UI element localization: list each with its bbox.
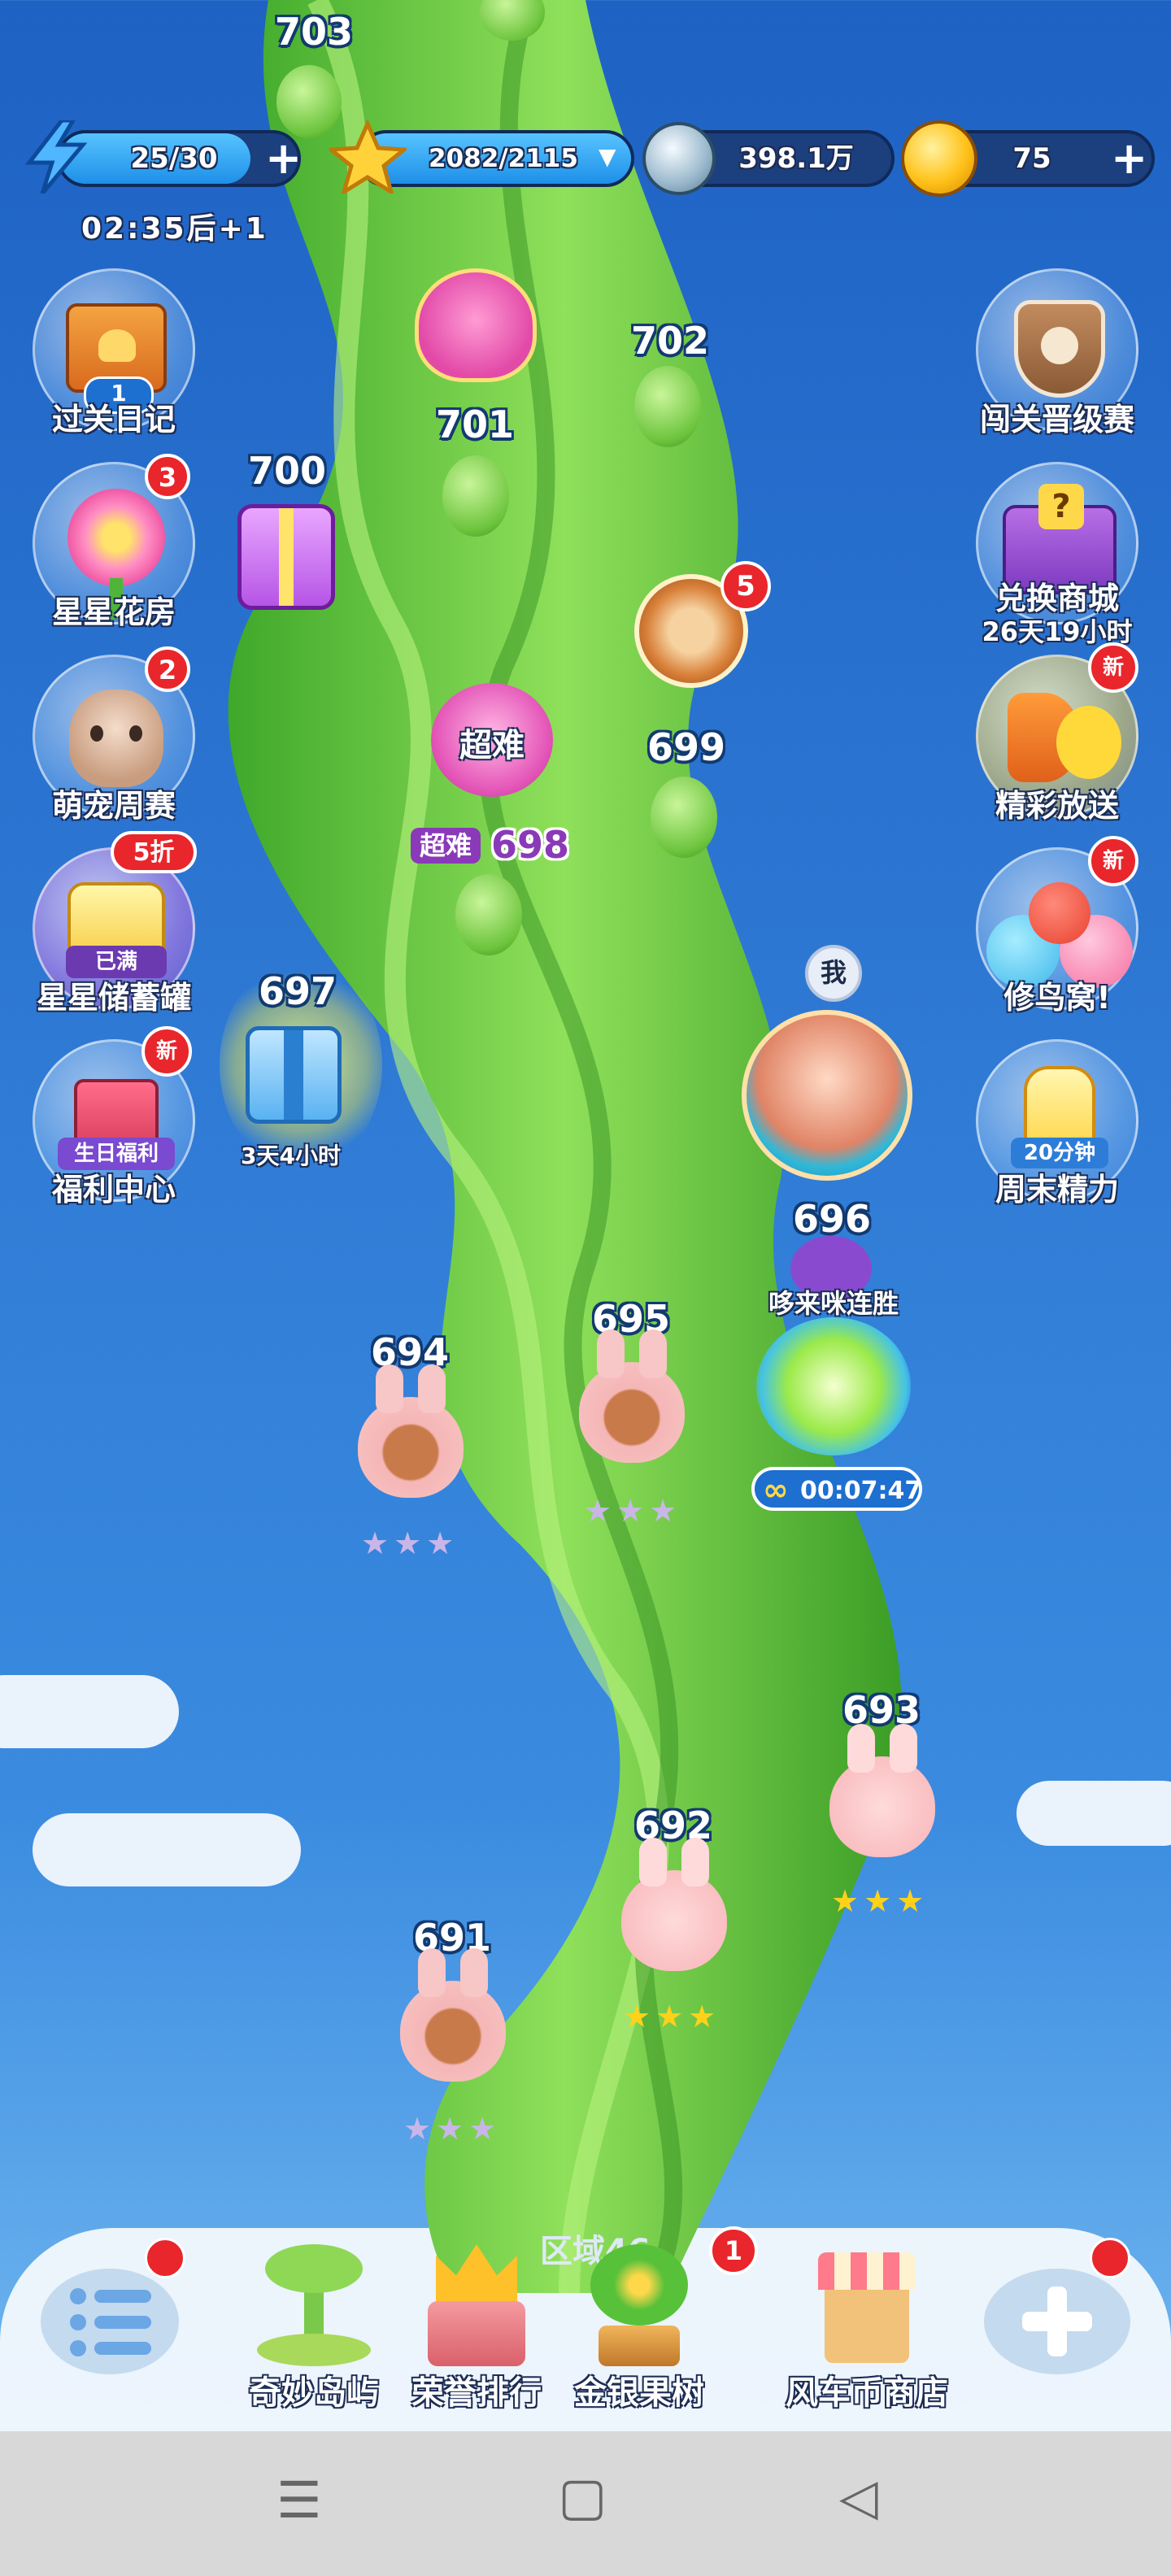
silver-coin-icon (642, 122, 716, 195)
level-694-node[interactable] (358, 1364, 464, 1498)
infinity-icon: ∞ (763, 1472, 789, 1508)
level-692-node[interactable] (621, 1838, 727, 1971)
star-dropdown-icon[interactable]: ▼ (599, 143, 616, 170)
palm-island-icon (257, 2244, 371, 2366)
streak-label: 哆来咪连胜 (768, 1288, 899, 1319)
level-701-node[interactable] (442, 455, 509, 537)
level-691-node[interactable] (400, 1948, 506, 2082)
level-703-label: 703 (275, 10, 354, 54)
level-702-label: 702 (631, 319, 710, 363)
exchange-shop-timer: 26天19小时 (982, 616, 1133, 647)
tree-badge: 1 (709, 2226, 758, 2275)
silver-value: 398.1万 (738, 142, 854, 175)
cat-icon (69, 690, 163, 787)
weekend-energy-label: 周末精力 (995, 1172, 1119, 1208)
gold-coin-icon (901, 120, 977, 197)
octopus-boss-icon[interactable] (415, 268, 537, 382)
shield-icon (1014, 300, 1105, 398)
super-hard-tag: 超难 (411, 828, 481, 864)
level-701-label: 701 (436, 402, 515, 446)
pet-race-badge: 2 (145, 646, 190, 692)
level-697-gift-node[interactable] (246, 1026, 342, 1124)
me-marker: 我 (805, 945, 862, 1002)
level-699-node[interactable] (651, 777, 717, 858)
level-699-label: 699 (647, 725, 726, 769)
level-695-stars: ★★★ (584, 1493, 682, 1529)
system-nav-bar: ☰ ▢ ◁ (0, 2431, 1171, 2576)
nest-new-badge: 新 (1088, 836, 1138, 886)
level-696-node[interactable] (756, 1317, 911, 1456)
featured-show-label: 精彩放送 (995, 788, 1119, 824)
clover-icon (1041, 327, 1078, 364)
level-691-stars: ★★★ (403, 2111, 502, 2147)
gold-value: 75 (1012, 142, 1051, 175)
level-703-node[interactable] (276, 65, 342, 138)
back-icon[interactable]: ◁ (839, 2467, 878, 2526)
star-icon (325, 118, 410, 197)
star-piggy-bank-label: 星星储蓄罐 (36, 980, 191, 1016)
windmill-coin-shop-label: 风车币商店 (786, 2374, 948, 2412)
lightning-icon (23, 118, 88, 195)
fruit-tree-icon (590, 2244, 688, 2366)
promotion-tournament-label: 闯关晋级赛 (979, 402, 1134, 437)
energy-timer: 02:35后+1 (81, 212, 268, 246)
menu-alert-dot (145, 2238, 185, 2278)
wonder-island-label: 奇妙岛屿 (249, 2374, 379, 2412)
shop-stall-icon (818, 2244, 916, 2366)
energy-value: 25/30 (130, 142, 218, 175)
flower-icon (67, 489, 165, 586)
super-hard-flower-icon[interactable]: 超难 (431, 683, 553, 797)
discount-badge: 5折 (111, 831, 197, 873)
streak-timer-pill: ∞ 00:07:47 (751, 1467, 922, 1511)
pet-weekly-race-label: 萌宠周赛 (51, 788, 176, 824)
repair-nest-label: 修鸟窝! (1003, 980, 1111, 1016)
level-698-label: 698 (491, 823, 570, 867)
star-value: 2082/2115 (429, 144, 578, 173)
level-693-stars: ★★★ (831, 1883, 929, 1919)
energy-plus-button[interactable]: + (265, 137, 302, 181)
level-700-gift-node[interactable] (237, 504, 335, 610)
level-698-node[interactable] (455, 874, 522, 955)
heart-icon (98, 329, 136, 362)
gold-silver-tree-label: 金银果树 (574, 2374, 704, 2412)
level-700-label: 700 (248, 449, 327, 493)
level-697-label: 697 (259, 969, 337, 1013)
red-bird-icon (1029, 882, 1090, 944)
honor-ranking-label: 荣誉排行 (411, 2374, 542, 2412)
chick-icon (1056, 706, 1121, 779)
level-692-stars: ★★★ (623, 1999, 721, 2034)
player-avatar[interactable] (742, 1010, 912, 1181)
main-menu-button[interactable] (41, 2269, 179, 2374)
expand-plus-button[interactable] (984, 2269, 1130, 2374)
level-695-node[interactable] (579, 1329, 685, 1463)
question-ticket-icon: ? (1038, 484, 1084, 529)
level-694-stars: ★★★ (361, 1525, 459, 1561)
recent-apps-icon[interactable]: ☰ (276, 2470, 322, 2530)
level-696-label: 696 (793, 1197, 872, 1241)
home-icon[interactable]: ▢ (558, 2467, 607, 2527)
welfare-new-badge: 新 (141, 1026, 192, 1077)
crown-trophy-icon (428, 2244, 525, 2366)
lucky-wheel-badge: 5 (720, 561, 771, 611)
super-hard-flower-label: 超难 (459, 727, 525, 764)
star-flower-house-label: 星星花房 (51, 594, 176, 630)
level-693-node[interactable] (829, 1724, 935, 1857)
featured-new-badge: 新 (1088, 642, 1138, 693)
level-702-node[interactable] (634, 366, 701, 447)
streak-timer: 00:07:47 (800, 1477, 922, 1505)
welfare-center-label: 福利中心 (51, 1172, 176, 1208)
pass-diary-label: 过关日记 (51, 402, 176, 437)
plus-alert-dot (1090, 2238, 1130, 2278)
gold-plus-button[interactable]: + (1111, 137, 1147, 181)
energy-bar[interactable]: 25/30 + (57, 130, 302, 187)
flower-house-badge: 3 (145, 454, 190, 499)
gift-timer: 3天4小时 (241, 1142, 341, 1169)
